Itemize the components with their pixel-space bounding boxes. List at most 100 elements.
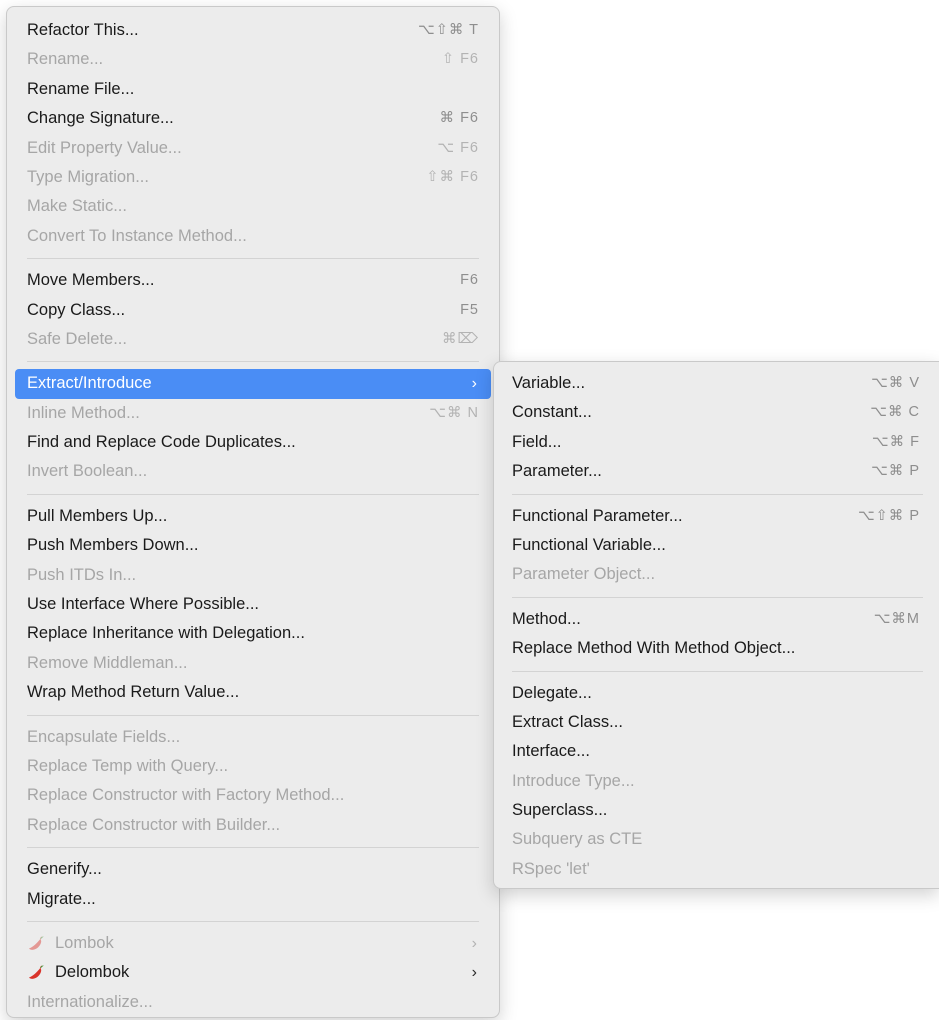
menu-item-make-static[interactable]: Make Static... (15, 192, 491, 221)
menu-item-extract-class[interactable]: Extract Class... (501, 708, 932, 737)
menu-item-parameter[interactable]: Parameter... ⌥⌘ P (501, 457, 932, 486)
menu-item-functional-parameter[interactable]: Functional Parameter... ⌥⇧⌘ P (501, 502, 932, 531)
menu-item-subquery-as-cte[interactable]: Subquery as CTE (501, 825, 932, 854)
menu-item-invert-boolean[interactable]: Invert Boolean... (15, 457, 491, 486)
menu-item-label: Wrap Method Return Value... (27, 683, 240, 702)
menu-item-constant[interactable]: Constant... ⌥⌘ C (501, 398, 932, 427)
menu-item-internationalize[interactable]: Internationalize... (15, 988, 491, 1017)
menu-item-label: Subquery as CTE (512, 830, 643, 849)
menu-item-type-migration[interactable]: Type Migration... ⇧⌘ F6 (15, 163, 491, 192)
keyboard-shortcut: ⌥⌘ N (429, 404, 479, 421)
keyboard-shortcut: ⌥⌘ V (871, 375, 920, 391)
menu-item-label: Replace Constructor with Factory Method.… (27, 786, 345, 805)
menu-item-label: Method... (512, 609, 581, 628)
menu-item-label: Extract Class... (512, 712, 623, 731)
menu-item-delegate[interactable]: Delegate... (501, 679, 932, 708)
menu-item-label: Introduce Type... (512, 771, 635, 790)
menu-item-refactor-this[interactable]: Refactor This... ⌥⇧⌘ T (15, 16, 491, 45)
menu-item-label: Internationalize... (27, 992, 153, 1011)
menu-item-functional-variable[interactable]: Functional Variable... (501, 531, 932, 560)
menu-item-label: Inline Method... (27, 403, 140, 422)
menu-item-replace-inheritance-with-delegation[interactable]: Replace Inheritance with Delegation... (15, 619, 491, 648)
menu-item-label: Make Static... (27, 197, 127, 216)
menu-item-label: Functional Variable... (512, 535, 666, 554)
menu-item-label: Lombok (55, 933, 114, 952)
menu-item-label: Replace Method With Method Object... (512, 639, 796, 658)
menu-item-field[interactable]: Field... ⌥⌘ F (501, 428, 932, 457)
menu-item-label: Constant... (512, 403, 592, 422)
menu-item-label: Copy Class... (27, 300, 126, 319)
chevron-right-icon: › (471, 934, 477, 952)
menu-item-label: Move Members... (27, 271, 155, 290)
menu-separator (512, 596, 923, 598)
menu-item-encapsulate-fields[interactable]: Encapsulate Fields... (15, 723, 491, 752)
menu-item-find-and-replace-code-duplicates[interactable]: Find and Replace Code Duplicates... (15, 428, 491, 457)
menu-item-wrap-method-return-value[interactable]: Wrap Method Return Value... (15, 678, 491, 707)
menu-item-label: Rename... (27, 50, 104, 69)
menu-item-label: Variable... (512, 374, 586, 392)
menu-item-interface[interactable]: Interface... (501, 737, 932, 766)
chili-pepper-icon (27, 962, 45, 980)
menu-separator (27, 714, 479, 716)
menu-item-label: Use Interface Where Possible... (27, 595, 260, 614)
menu-item-label: Field... (512, 432, 562, 451)
menu-item-label: Change Signature... (27, 109, 174, 128)
menu-item-variable[interactable]: Variable... ⌥⌘ V (501, 369, 932, 398)
menu-separator (512, 670, 923, 672)
menu-item-copy-class[interactable]: Copy Class... F5 (15, 296, 491, 325)
menu-item-use-interface-where-possible[interactable]: Use Interface Where Possible... (15, 590, 491, 619)
menu-separator (27, 920, 479, 922)
menu-item-label: Rename File... (27, 79, 135, 98)
menu-item-push-members-down[interactable]: Push Members Down... (15, 531, 491, 560)
menu-item-rspec-let[interactable]: RSpec 'let' (501, 855, 932, 884)
menu-item-label: Replace Constructor with Builder... (27, 815, 281, 834)
menu-separator (27, 361, 479, 363)
menu-item-label: Delombok (55, 963, 130, 982)
menu-item-superclass[interactable]: Superclass... (501, 796, 932, 825)
menu-item-label: Delegate... (512, 683, 592, 702)
menu-item-replace-constructor-with-factory-method[interactable]: Replace Constructor with Factory Method.… (15, 781, 491, 810)
menu-item-change-signature[interactable]: Change Signature... ⌘ F6 (15, 104, 491, 133)
menu-item-label: RSpec 'let' (512, 859, 590, 878)
menu-item-label: Safe Delete... (27, 329, 127, 348)
menu-item-lombok[interactable]: Lombok › (15, 929, 491, 958)
menu-item-replace-temp-with-query[interactable]: Replace Temp with Query... (15, 752, 491, 781)
menu-separator (512, 493, 923, 495)
menu-item-label: Parameter Object... (512, 565, 656, 584)
menu-item-convert-to-instance-method[interactable]: Convert To Instance Method... (15, 222, 491, 251)
keyboard-shortcut: ⌥⌘M (873, 610, 920, 627)
menu-item-label: Refactor This... (27, 21, 139, 39)
menu-item-introduce-type[interactable]: Introduce Type... (501, 767, 932, 796)
menu-item-label: Edit Property Value... (27, 138, 182, 157)
menu-item-generify[interactable]: Generify... (15, 855, 491, 884)
keyboard-shortcut: ⌥ F6 (437, 139, 479, 156)
menu-item-label: Migrate... (27, 889, 96, 908)
menu-item-edit-property-value[interactable]: Edit Property Value... ⌥ F6 (15, 134, 491, 163)
menu-item-inline-method[interactable]: Inline Method... ⌥⌘ N (15, 399, 491, 428)
keyboard-shortcut: F6 (460, 272, 479, 289)
menu-item-migrate[interactable]: Migrate... (15, 885, 491, 914)
menu-item-safe-delete[interactable]: Safe Delete... ⌘⌦ (15, 325, 491, 354)
menu-item-label: Replace Temp with Query... (27, 756, 229, 775)
menu-item-remove-middleman[interactable]: Remove Middleman... (15, 649, 491, 678)
menu-item-push-itds-in[interactable]: Push ITDs In... (15, 561, 491, 590)
menu-item-extract-introduce[interactable]: Extract/Introduce › (15, 369, 491, 399)
chevron-right-icon: › (471, 964, 477, 982)
menu-item-label: Convert To Instance Method... (27, 226, 247, 245)
menu-item-label: Invert Boolean... (27, 462, 148, 481)
menu-item-label: Type Migration... (27, 167, 149, 186)
menu-item-pull-members-up[interactable]: Pull Members Up... (15, 502, 491, 531)
menu-item-method[interactable]: Method... ⌥⌘M (501, 605, 932, 634)
menu-item-delombok[interactable]: Delombok › (15, 958, 491, 987)
menu-item-parameter-object[interactable]: Parameter Object... (501, 560, 932, 589)
keyboard-shortcut: ⌥⌘ C (870, 404, 920, 421)
menu-item-rename-file[interactable]: Rename File... (15, 75, 491, 104)
menu-item-move-members[interactable]: Move Members... F6 (15, 266, 491, 295)
menu-item-replace-constructor-with-builder[interactable]: Replace Constructor with Builder... (15, 811, 491, 840)
menu-item-label: Superclass... (512, 801, 608, 820)
menu-separator (27, 258, 479, 260)
keyboard-shortcut: F5 (460, 301, 479, 318)
menu-item-label: Generify... (27, 860, 102, 879)
menu-item-replace-method-with-method-object[interactable]: Replace Method With Method Object... (501, 634, 932, 663)
menu-item-rename[interactable]: Rename... ⇧ F6 (15, 45, 491, 74)
